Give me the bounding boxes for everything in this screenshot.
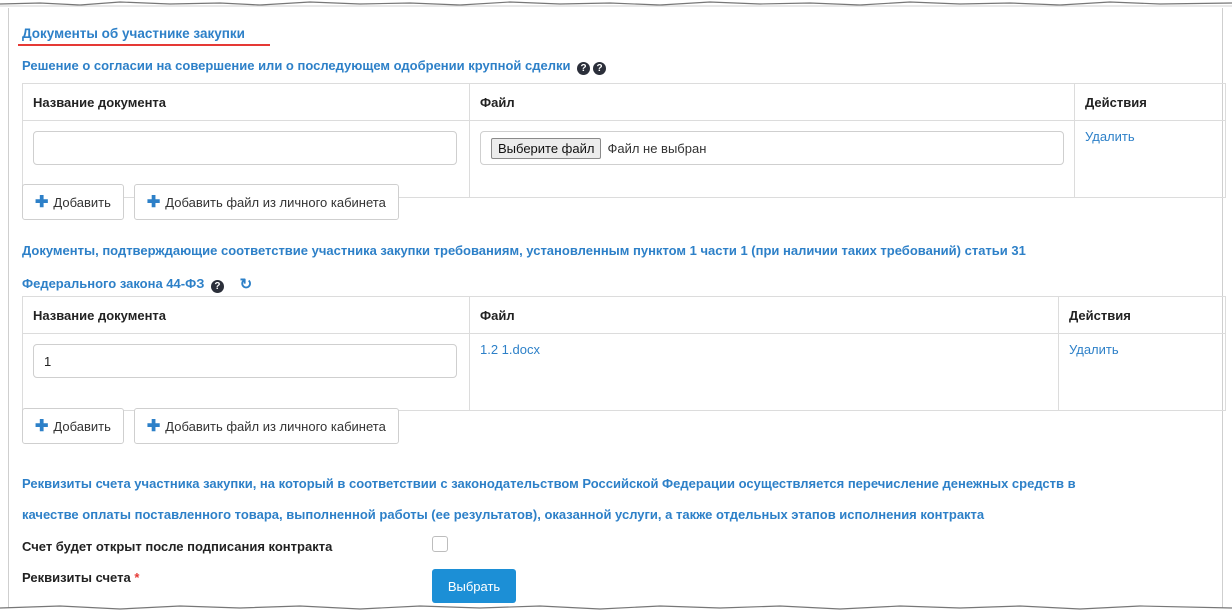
requirements-heading-line1: Документы, подтверждающие соответствие у…	[22, 243, 1026, 258]
account-heading-line1: Реквизиты счета участника закупки, на ко…	[22, 476, 1076, 491]
consent-heading-text: Решение о согласии на совершение или о п…	[22, 58, 571, 73]
delete-link[interactable]: Удалить	[1069, 342, 1119, 357]
file-status: Файл не выбран	[607, 140, 707, 156]
frame-left	[8, 8, 9, 608]
account-details-text: Реквизиты счета	[22, 570, 131, 585]
document-name-input[interactable]	[33, 131, 457, 165]
header-document-name: Название документа	[22, 296, 470, 334]
help-icon[interactable]: ?	[577, 62, 591, 75]
account-open-checkbox[interactable]	[432, 536, 448, 552]
header-file: Файл	[469, 296, 1059, 334]
help-icon[interactable]: ?	[593, 62, 607, 75]
plus-icon: ✚	[146, 418, 161, 435]
section-title: Документы об участнике закупки	[22, 26, 245, 41]
help-icon[interactable]: ?	[210, 280, 224, 293]
torn-edge-bottom	[0, 605, 1232, 610]
account-heading-line2: качестве оплаты поставленного товара, вы…	[22, 507, 985, 522]
document-name-input[interactable]	[33, 344, 457, 378]
table-row: 1.2 1.docx Удалить	[22, 333, 1226, 411]
header-actions: Действия	[1074, 83, 1226, 121]
header-document-name: Название документа	[22, 83, 470, 121]
add-button[interactable]: ✚ Добавить	[22, 408, 124, 444]
requirements-heading-text: Федерального закона 44-ФЗ	[22, 276, 205, 291]
add-button[interactable]: ✚ Добавить	[22, 184, 124, 220]
actions-cell: Удалить	[1058, 333, 1226, 411]
plus-icon: ✚	[146, 194, 161, 211]
add-from-cabinet-label: Добавить файл из личного кабинета	[165, 418, 386, 434]
plus-icon: ✚	[35, 194, 49, 211]
consent-buttons: ✚ Добавить ✚ Добавить файл из личного ка…	[22, 184, 399, 220]
refresh-icon[interactable]: ↻	[240, 275, 253, 293]
file-link[interactable]: 1.2 1.docx	[480, 342, 540, 357]
title-underline	[18, 44, 270, 46]
select-button[interactable]: Выбрать	[432, 569, 516, 603]
add-from-cabinet-button[interactable]: ✚ Добавить файл из личного кабинета	[133, 184, 399, 220]
choose-file-button[interactable]: Выберите файл	[491, 137, 602, 159]
add-button-label: Добавить	[53, 418, 111, 434]
file-cell: 1.2 1.docx	[469, 333, 1059, 411]
file-picker[interactable]: Выберите файл Файл не выбран	[480, 131, 1064, 165]
required-mark: *	[134, 570, 140, 585]
plus-icon: ✚	[35, 418, 49, 435]
consent-heading: Решение о согласии на совершение или о п…	[22, 58, 607, 75]
table-header-row: Название документа Файл Действия	[22, 83, 1226, 121]
account-details-label: Реквизиты счета *	[22, 570, 139, 585]
add-from-cabinet-button[interactable]: ✚ Добавить файл из личного кабинета	[133, 408, 399, 444]
file-cell: Выберите файл Файл не выбран	[469, 120, 1075, 198]
document-name-cell	[22, 333, 470, 411]
header-file: Файл	[469, 83, 1075, 121]
header-actions: Действия	[1058, 296, 1226, 334]
requirements-docs-table: Название документа Файл Действия 1.2 1.d…	[22, 296, 1226, 411]
requirements-heading-line2: Федерального закона 44-ФЗ ? ↻	[22, 275, 252, 293]
add-button-label: Добавить	[53, 194, 111, 210]
table-header-row: Название документа Файл Действия	[22, 296, 1226, 334]
consent-docs-table: Название документа Файл Действия Выберит…	[22, 83, 1226, 198]
actions-cell: Удалить	[1074, 120, 1226, 198]
account-open-label: Счет будет открыт после подписания контр…	[22, 539, 333, 554]
add-from-cabinet-label: Добавить файл из личного кабинета	[165, 194, 386, 210]
torn-edge-top	[0, 1, 1232, 7]
requirements-buttons: ✚ Добавить ✚ Добавить файл из личного ка…	[22, 408, 399, 444]
delete-link[interactable]: Удалить	[1085, 129, 1135, 144]
